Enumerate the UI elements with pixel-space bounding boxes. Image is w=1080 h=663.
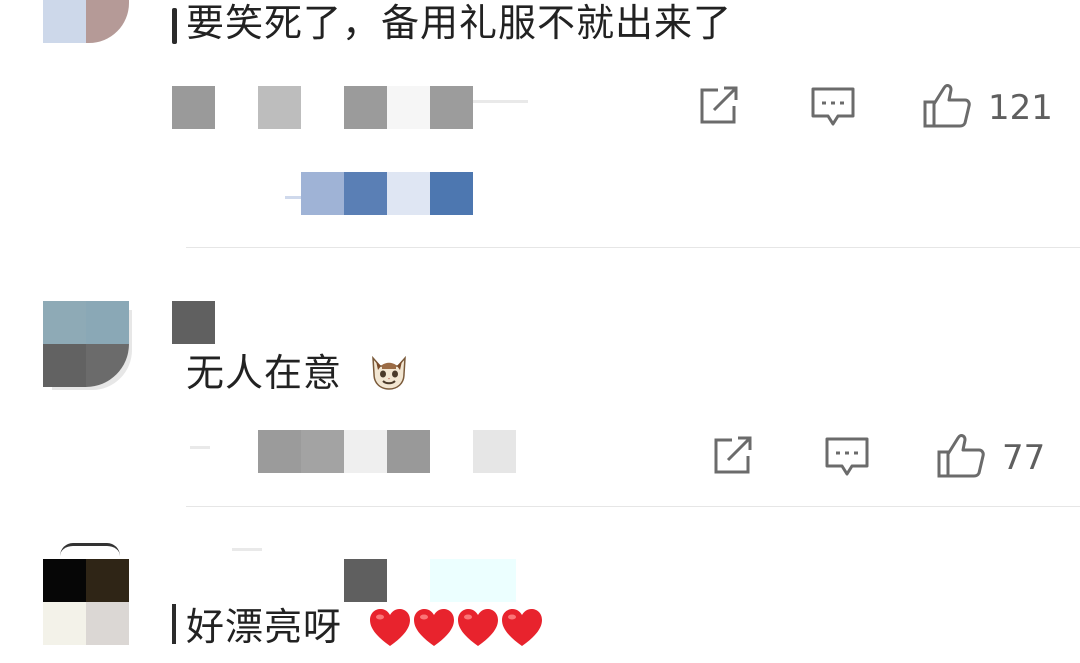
heart-emoji	[502, 609, 542, 646]
heart-emoji	[414, 609, 454, 646]
heart-emoji-group	[368, 608, 544, 650]
heart-emoji	[458, 609, 498, 646]
share-icon[interactable]	[696, 86, 740, 126]
text-cursor-mark	[172, 8, 177, 44]
share-icon[interactable]	[710, 436, 754, 476]
avatar[interactable]	[43, 0, 129, 43]
comment-text-content: 无人在意	[186, 351, 343, 395]
avatar-edge	[60, 543, 120, 556]
divider	[186, 506, 1080, 507]
heart-emoji	[370, 609, 410, 646]
comment-icon[interactable]	[824, 436, 870, 478]
comment-text: 要笑死了，备用礼服不就出来了	[186, 1, 733, 45]
comment-text: 无人在意	[186, 350, 342, 396]
cat-face-emoji	[372, 355, 406, 390]
like-count: 121	[988, 88, 1053, 128]
comment-text-content: 好漂亮呀	[186, 605, 343, 649]
avatar[interactable]	[43, 559, 129, 645]
avatar[interactable]	[43, 301, 129, 387]
redacted-username[interactable]	[172, 301, 215, 344]
divider	[186, 247, 1080, 248]
comment-icon[interactable]	[810, 86, 856, 128]
text-cursor-mark	[172, 604, 176, 644]
thumbs-up-icon[interactable]	[922, 82, 972, 130]
comment-text: 好漂亮呀	[186, 604, 342, 650]
like-count: 77	[1002, 438, 1046, 478]
thumbs-up-icon[interactable]	[936, 432, 986, 480]
